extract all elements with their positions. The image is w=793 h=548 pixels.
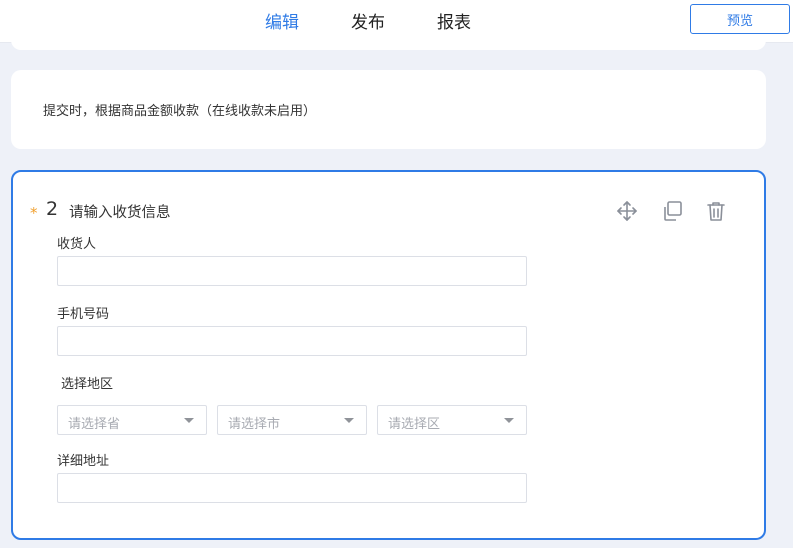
phone-input[interactable] <box>57 326 527 356</box>
address-input[interactable] <box>57 473 527 503</box>
province-select[interactable]: 请选择省 <box>57 405 207 435</box>
tab-edit[interactable]: 编辑 <box>265 8 299 33</box>
region-label: 选择地区 <box>61 377 114 392</box>
question-title: 请输入收货信息 <box>69 205 171 221</box>
address-label: 详细地址 <box>57 454 110 469</box>
previous-question-card[interactable] <box>11 36 766 50</box>
move-icon[interactable] <box>616 200 638 222</box>
caret-down-icon <box>504 418 514 423</box>
receiver-input[interactable] <box>57 256 527 286</box>
receiver-label: 收货人 <box>57 237 97 252</box>
city-placeholder: 请选择市 <box>228 417 281 432</box>
preview-button[interactable]: 预览 <box>690 4 790 34</box>
tab-publish[interactable]: 发布 <box>351 8 385 33</box>
required-mark: * <box>30 204 38 222</box>
district-placeholder: 请选择区 <box>388 417 441 432</box>
payment-info-text: 提交时，根据商品金额收款（在线收款未启用） <box>43 104 317 119</box>
caret-down-icon <box>344 418 354 423</box>
copy-icon[interactable] <box>661 200 683 222</box>
district-select[interactable]: 请选择区 <box>377 405 527 435</box>
payment-info-card[interactable]: 提交时，根据商品金额收款（在线收款未启用） <box>11 70 766 149</box>
tab-report[interactable]: 报表 <box>437 8 471 33</box>
delete-icon[interactable] <box>705 200 727 222</box>
caret-down-icon <box>184 418 194 423</box>
question-number: 2 <box>46 198 59 220</box>
province-placeholder: 请选择省 <box>68 417 121 432</box>
city-select[interactable]: 请选择市 <box>217 405 367 435</box>
shipping-info-question-card[interactable]: * 2 请输入收货信息 收货人 手机号码 选择地区 请选择省 请选择市 请选择区… <box>11 170 766 540</box>
phone-label: 手机号码 <box>57 307 110 322</box>
